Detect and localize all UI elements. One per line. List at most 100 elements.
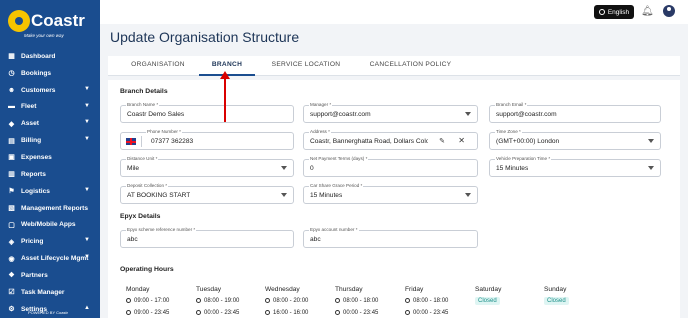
hours-slot[interactable]: 08:00 - 18:00 [335, 298, 378, 304]
brand-logo[interactable]: Coastr [8, 10, 85, 32]
phone-number-field[interactable]: Phone Number * 07377 362283 [120, 129, 294, 150]
close-icon[interactable]: ✕ [458, 136, 465, 145]
status-badge-closed[interactable]: Closed [475, 297, 500, 305]
deposit-collection-select[interactable]: Deposit Collection * AT BOOKING START [120, 183, 294, 204]
sidebar-item-pricing[interactable]: ◈ Pricing ▼ [0, 233, 100, 250]
sidebar-item-asset-lifecycle[interactable]: ◉ Asset Lifecycle Mgmt ▼ [0, 250, 100, 267]
field-label: Vehicle Preparation Time * [495, 156, 552, 161]
branch-name-field[interactable]: Branch Name * Coastr Demo Sales [120, 102, 294, 123]
sidebar-item-label: Fleet [21, 103, 37, 111]
clock-icon [405, 298, 410, 303]
sidebar-item-label: Bookings [21, 69, 52, 77]
epyx-account-number-field[interactable]: Epyx account number * abc [303, 227, 478, 248]
hours-slot[interactable]: 09:00 - 17:00 [126, 298, 169, 304]
task-icon: ☑ [8, 289, 15, 297]
chevron-down-icon [281, 166, 287, 170]
chevron-down-icon [281, 193, 287, 197]
hours-slot[interactable]: 00:00 - 23:45 [196, 310, 239, 316]
chevron-down-icon [648, 166, 654, 170]
annotation-arrow [220, 71, 230, 122]
sidebar-item-label: Customers [21, 86, 56, 94]
field-label: Distance Unit * [126, 156, 159, 161]
partners-icon: ❖ [8, 272, 15, 280]
sidebar-item-web-mobile-apps[interactable]: ▢ Web/Mobile Apps [0, 216, 100, 233]
uk-flag-icon[interactable] [126, 138, 136, 145]
field-label: Phone Number * [146, 129, 182, 134]
logistics-icon: ⚑ [8, 188, 15, 196]
epyx-scheme-ref-field[interactable]: Epyx scheme reference number * abc [120, 227, 294, 248]
pencil-icon[interactable]: ✎ [439, 137, 445, 145]
tag-icon: ◈ [8, 238, 15, 246]
tab-organisation[interactable]: ORGANISATION [123, 56, 193, 76]
sidebar-item-logistics[interactable]: ⚑ Logistics ▼ [0, 183, 100, 200]
chevron-down-icon: ▼ [84, 85, 90, 92]
hours-slot[interactable]: 00:00 - 23:45 [335, 310, 378, 316]
hours-text: 09:00 - 23:45 [134, 310, 170, 317]
field-label: Car Share Grace Period * [309, 183, 364, 188]
sidebar-nav: ▦ Dashboard ◷ Bookings ☻ Customers ▼ ▬ Fleet ▼… [0, 48, 100, 318]
brand-name: Coastr [31, 11, 85, 30]
day-label-sunday: Sunday [544, 286, 567, 293]
field-label: Address * [309, 129, 331, 134]
sidebar-item-bookings[interactable]: ◷ Bookings [0, 65, 100, 82]
tab-cancellation-policy[interactable]: CANCELLATION POLICY [358, 56, 463, 76]
branch-email-field[interactable]: Branch Email * support@coastr.com [489, 102, 661, 123]
hours-slot[interactable]: 08:00 - 19:00 [196, 298, 239, 304]
sidebar-item-label: Task Manager [21, 288, 65, 296]
section-title-branch-details: Branch Details [120, 88, 168, 95]
distance-unit-select[interactable]: Distance Unit * Mile [120, 156, 294, 177]
tab-service-location[interactable]: SERVICE LOCATION [258, 56, 354, 76]
chart-icon: ▧ [8, 205, 15, 213]
field-value: support@coastr.com [496, 111, 557, 118]
hours-slot[interactable]: 09:00 - 23:45 [126, 310, 169, 316]
asset-icon: ◆ [8, 120, 15, 128]
hours-text: 16:00 - 16:00 [273, 310, 309, 317]
clock-icon [196, 298, 201, 303]
bell-icon[interactable]: 🔔︎ [641, 6, 654, 17]
chevron-down-icon: ▼ [84, 102, 90, 109]
hours-slot[interactable]: 08:00 - 18:00 [405, 298, 448, 304]
reports-icon: ▥ [8, 171, 15, 179]
sidebar-item-expenses[interactable]: ▣ Expenses [0, 149, 100, 166]
sidebar-item-task-manager[interactable]: ☑ Task Manager [0, 284, 100, 301]
field-value: 0 [310, 165, 314, 172]
sidebar-item-label: Logistics [21, 187, 50, 195]
user-avatar-icon[interactable] [663, 5, 675, 17]
car-share-grace-select[interactable]: Car Share Grace Period * 15 Minutes [303, 183, 478, 204]
sidebar-item-customers[interactable]: ☻ Customers ▼ [0, 82, 100, 99]
sidebar-item-label: Pricing [21, 238, 44, 246]
language-button[interactable]: English [594, 5, 634, 19]
sidebar-item-asset[interactable]: ◆ Asset ▼ [0, 115, 100, 132]
sidebar-item-billing[interactable]: ▤ Billing ▼ [0, 132, 100, 149]
car-icon: ▬ [8, 103, 15, 111]
hours-text: 08:00 - 19:00 [204, 298, 240, 305]
hours-slot[interactable]: 08:00 - 20:00 [265, 298, 308, 304]
brand-tagline: Make your own way [24, 33, 64, 38]
time-zone-select[interactable]: Time Zone * (GMT+00:00) London [489, 129, 661, 150]
sidebar-item-dashboard[interactable]: ▦ Dashboard [0, 48, 100, 65]
hours-slot[interactable]: 16:00 - 16:00 [265, 310, 308, 316]
sidebar-item-fleet[interactable]: ▬ Fleet ▼ [0, 99, 100, 116]
sidebar-item-partners[interactable]: ❖ Partners [0, 267, 100, 284]
hours-slot[interactable]: 00:00 - 23:45 [405, 310, 448, 316]
top-bar: English 🔔︎ [100, 0, 688, 24]
apps-icon: ▢ [8, 221, 15, 229]
hours-text: 08:00 - 20:00 [273, 298, 309, 305]
clock-icon [265, 298, 270, 303]
sidebar-item-management-reports[interactable]: ▧ Management Reports [0, 200, 100, 217]
sidebar-item-reports[interactable]: ▥ Reports [0, 166, 100, 183]
field-value: Mile [127, 165, 140, 172]
net-payment-terms-field[interactable]: Net Payment Terms (days) * 0 [303, 156, 478, 177]
day-label-monday: Monday [126, 286, 150, 293]
field-value: Coastr, Bannerghatta Road, Dollars Colon… [310, 138, 428, 145]
chevron-down-icon: ▼ [84, 237, 90, 244]
field-label: Net Payment Terms (days) * [309, 156, 369, 161]
expenses-icon: ▣ [8, 154, 15, 162]
hours-text: 08:00 - 18:00 [413, 298, 449, 305]
manager-select[interactable]: Manager * support@coastr.com [303, 102, 478, 123]
plus-icon [335, 310, 340, 315]
vehicle-prep-time-select[interactable]: Vehicle Preparation Time * 15 Minutes [489, 156, 661, 177]
status-badge-closed[interactable]: Closed [544, 297, 569, 305]
hours-text: 09:00 - 17:00 [134, 298, 170, 305]
address-field[interactable]: Address * Coastr, Bannerghatta Road, Dol… [303, 129, 478, 150]
